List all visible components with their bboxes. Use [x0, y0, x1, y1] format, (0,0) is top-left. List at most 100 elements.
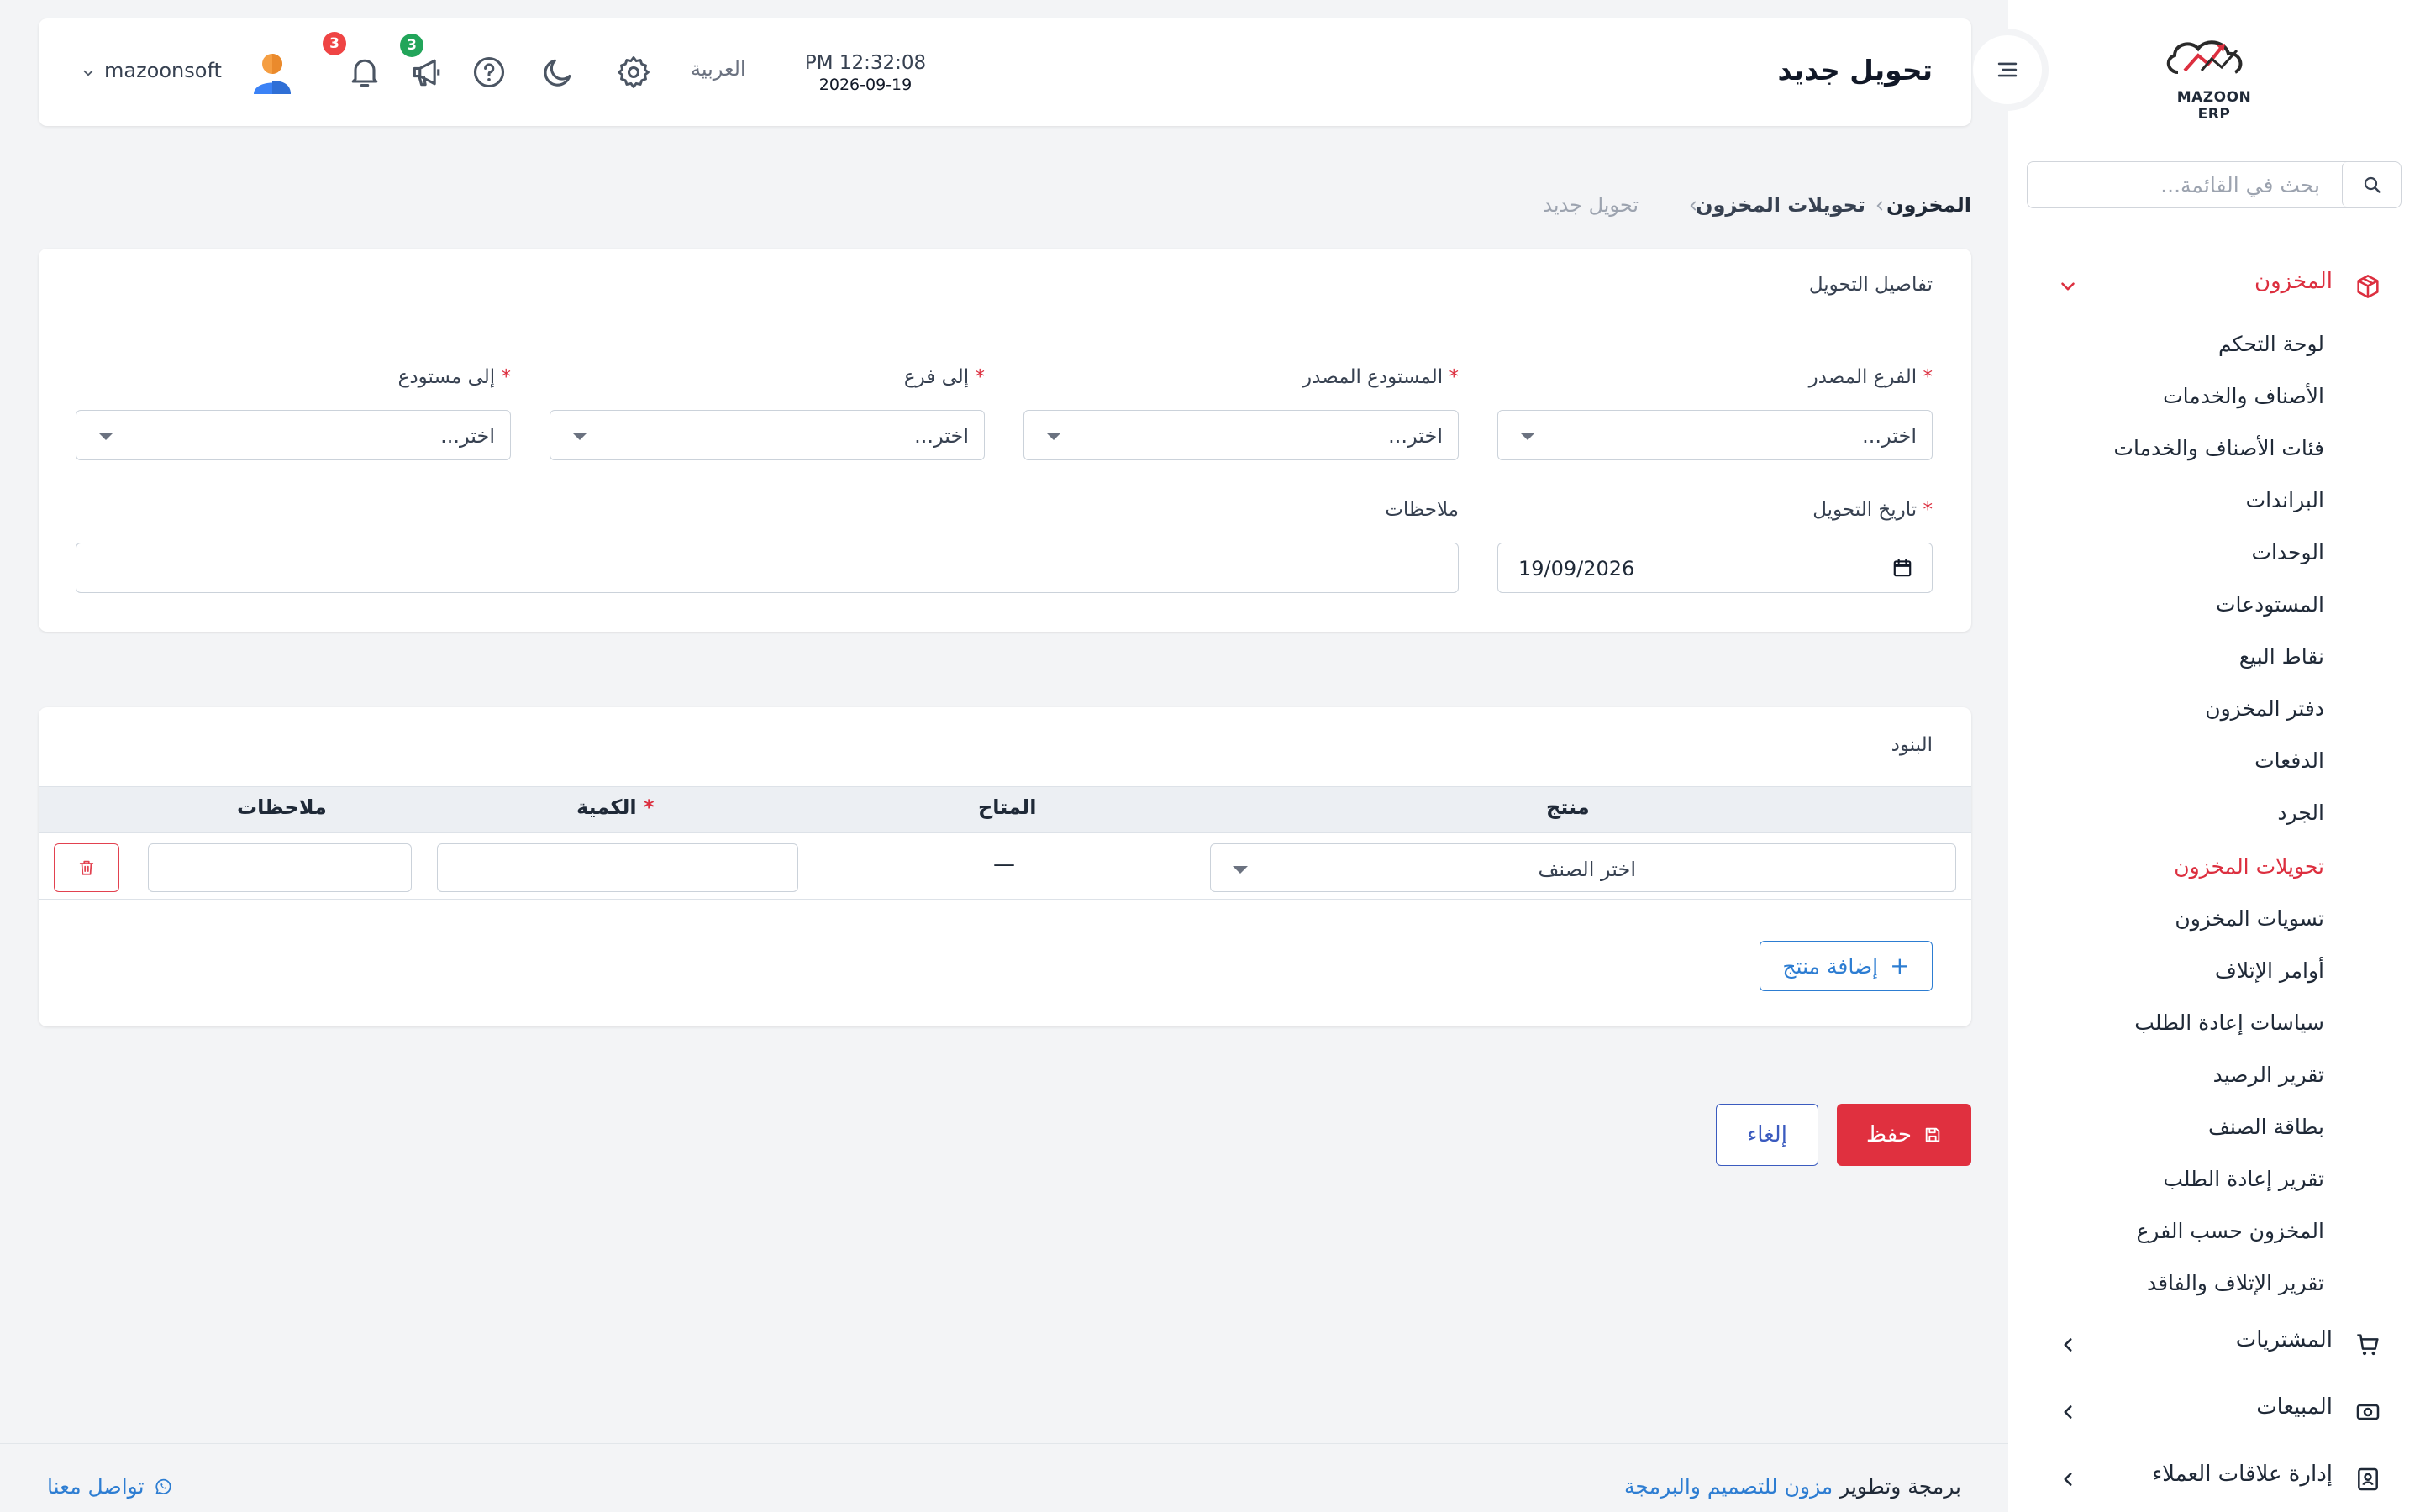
sidebar-search-button[interactable] [2342, 162, 2401, 207]
delete-row-button[interactable] [54, 843, 119, 892]
section-title: تفاصيل التحويل [1808, 274, 1933, 296]
language-switch[interactable]: العربية [691, 57, 746, 81]
sidebar-item-stock-by-branch[interactable]: المخزون حسب الفرع [2137, 1215, 2325, 1248]
save-label: حفظ [1866, 1122, 1912, 1147]
to-warehouse-select[interactable]: اختر... [76, 410, 511, 460]
items-table: منتج المتاح * الكمية ملاحظات اختر الصنف … [39, 786, 1971, 904]
sidebar-section-label: المبيعات [2256, 1394, 2333, 1420]
transfer-date-label: * تاريخ التحويل [1812, 499, 1933, 521]
box-icon [2357, 275, 2379, 298]
brand-logo[interactable]: MAZOON ERP [2160, 34, 2269, 123]
help-icon[interactable] [471, 54, 508, 91]
sidebar-toggle-button[interactable] [1973, 35, 2042, 104]
source-warehouse-select[interactable]: اختر... [1023, 410, 1459, 460]
date-value: 19/09/2026 [1518, 557, 1635, 580]
chevron-left-icon [1690, 201, 1697, 211]
quantity-input[interactable] [437, 843, 798, 892]
footer: برمجة وتطوير مزون للتصميم والبرمجة تواصل… [0, 1443, 2008, 1512]
chevron-down-icon [83, 70, 93, 76]
contacts-icon [2358, 1467, 2378, 1491]
username: mazoonsoft [104, 59, 222, 82]
sidebar-search-input[interactable] [2043, 169, 2320, 201]
moon-icon[interactable] [539, 54, 576, 91]
select-value: اختر الصنف [1538, 858, 1637, 881]
breadcrumb-root[interactable]: المخزون [1886, 193, 1971, 217]
sidebar-item-brands[interactable]: البراندات [2246, 484, 2324, 517]
cart-icon [2357, 1334, 2379, 1356]
plus-icon: + [1890, 952, 1910, 979]
sidebar-item-batches[interactable]: الدفعات [2254, 744, 2324, 778]
bell-icon [351, 59, 378, 87]
sidebar-section-sales[interactable]: المبيعات [2008, 1386, 2420, 1436]
add-product-button[interactable]: + إضافة منتج [1760, 941, 1933, 991]
sidebar-item-stock-ledger[interactable]: دفتر المخزون [2205, 692, 2324, 726]
to-branch-label: * إلى فرع [903, 366, 985, 388]
caret-down-icon [1046, 433, 1061, 440]
cancel-label: إلغاء [1747, 1122, 1787, 1147]
notifications[interactable] [346, 54, 383, 91]
contact-us-link[interactable]: تواصل معنا [47, 1474, 173, 1499]
sidebar-item-reorder-report[interactable]: تقرير إعادة الطلب [2163, 1163, 2324, 1196]
select-value: اختر... [1388, 424, 1443, 448]
calendar-icon[interactable] [1891, 557, 1913, 579]
sidebar-item-loss-report[interactable]: تقرير الإتلاف والفاقد [2147, 1267, 2324, 1300]
save-icon [1925, 1127, 1940, 1142]
to-branch-select[interactable]: اختر... [550, 410, 985, 460]
trash-icon [79, 860, 94, 875]
sidebar-section-crm[interactable]: إدارة علاقات العملاء [2008, 1453, 2420, 1504]
sidebar-item-stock-transfers[interactable]: تحويلات المخزون [2174, 850, 2324, 884]
avatar [254, 54, 291, 94]
sidebar-item-dashboard[interactable]: لوحة التحكم [2218, 328, 2324, 361]
sidebar-item-categories[interactable]: فئات الأصناف والخدمات [2114, 432, 2325, 465]
sidebar-item-stock-adjustments[interactable]: تسويات المخزون [2175, 902, 2324, 936]
column-header-available: المتاح [978, 795, 1037, 819]
search-icon [2364, 176, 2381, 193]
sidebar-section-inventory[interactable]: المخزون [2008, 260, 2420, 311]
sidebar-section-purchases[interactable]: المشتريات [2008, 1319, 2420, 1369]
footer-credit-prefix: برمجة وتطوير [1839, 1474, 1961, 1499]
sidebar-item-products-services[interactable]: الأصناف والخدمات [2163, 380, 2324, 413]
sidebar-item-warehouses[interactable]: المستودعات [2216, 588, 2324, 622]
footer-credit-link[interactable]: مزون للتصميم والبرمجة [1624, 1474, 1833, 1499]
to-warehouse-label: * إلى مستودع [397, 366, 511, 388]
column-header-quantity: * الكمية [576, 795, 655, 819]
cash-register-icon [2356, 1404, 2380, 1420]
user-menu[interactable]: mazoonsoft [79, 49, 294, 96]
page-title: تحويل جديد [1777, 54, 1933, 87]
select-value: اختر... [440, 424, 495, 448]
announcements[interactable] [408, 54, 445, 91]
sidebar-search [2027, 161, 2402, 208]
column-header-notes: ملاحظات [237, 795, 327, 819]
caret-down-icon [1233, 866, 1248, 874]
sidebar-item-stock-count[interactable]: الجرد [2277, 796, 2324, 830]
source-branch-label: * الفرع المصدر [1808, 366, 1933, 388]
save-button[interactable]: حفظ [1837, 1104, 1971, 1166]
breadcrumb-parent[interactable]: تحويلات المخزون [1696, 193, 1865, 217]
product-select[interactable]: اختر الصنف [1210, 843, 1956, 892]
row-notes-input[interactable] [148, 843, 412, 892]
sidebar-item-pos[interactable]: نقاط البيع [2239, 640, 2324, 674]
add-product-label: إضافة منتج [1782, 953, 1879, 979]
notes-label: ملاحظات [1385, 499, 1459, 521]
sidebar-item-reorder-policies[interactable]: سياسات إعادة الطلب [2134, 1006, 2324, 1040]
notes-input[interactable] [76, 543, 1459, 593]
transfer-date-input[interactable]: 19/09/2026 [1497, 543, 1933, 593]
caret-down-icon [98, 433, 113, 440]
contact-us-label: تواصل معنا [47, 1474, 145, 1499]
cancel-button[interactable]: إلغاء [1716, 1104, 1818, 1166]
whatsapp-icon [155, 1478, 171, 1494]
items-card: البنود منتج المتاح * الكمية ملاحظات اختر… [39, 707, 1971, 1026]
table-row: اختر الصنف — [39, 833, 1971, 900]
chevron-left-icon [2064, 1338, 2072, 1352]
top-bar: تحويل جديد PM 12:32:08 2026-09-19 العربي… [39, 18, 1971, 126]
column-header-product: منتج [1546, 795, 1590, 819]
sidebar-item-units[interactable]: الوحدات [2251, 536, 2324, 570]
caret-down-icon [1520, 433, 1535, 440]
sidebar-item-balance-report[interactable]: تقرير الرصيد [2213, 1058, 2324, 1092]
gear-icon[interactable] [615, 54, 652, 91]
source-branch-select[interactable]: اختر... [1497, 410, 1933, 460]
breadcrumb-current: تحويل جديد [1543, 193, 1639, 217]
clock: PM 12:32:08 2026-09-19 [798, 52, 933, 94]
sidebar-item-disposal-orders[interactable]: أوامر الإتلاف [2215, 954, 2324, 988]
sidebar-item-item-card[interactable]: بطاقة الصنف [2208, 1110, 2324, 1144]
